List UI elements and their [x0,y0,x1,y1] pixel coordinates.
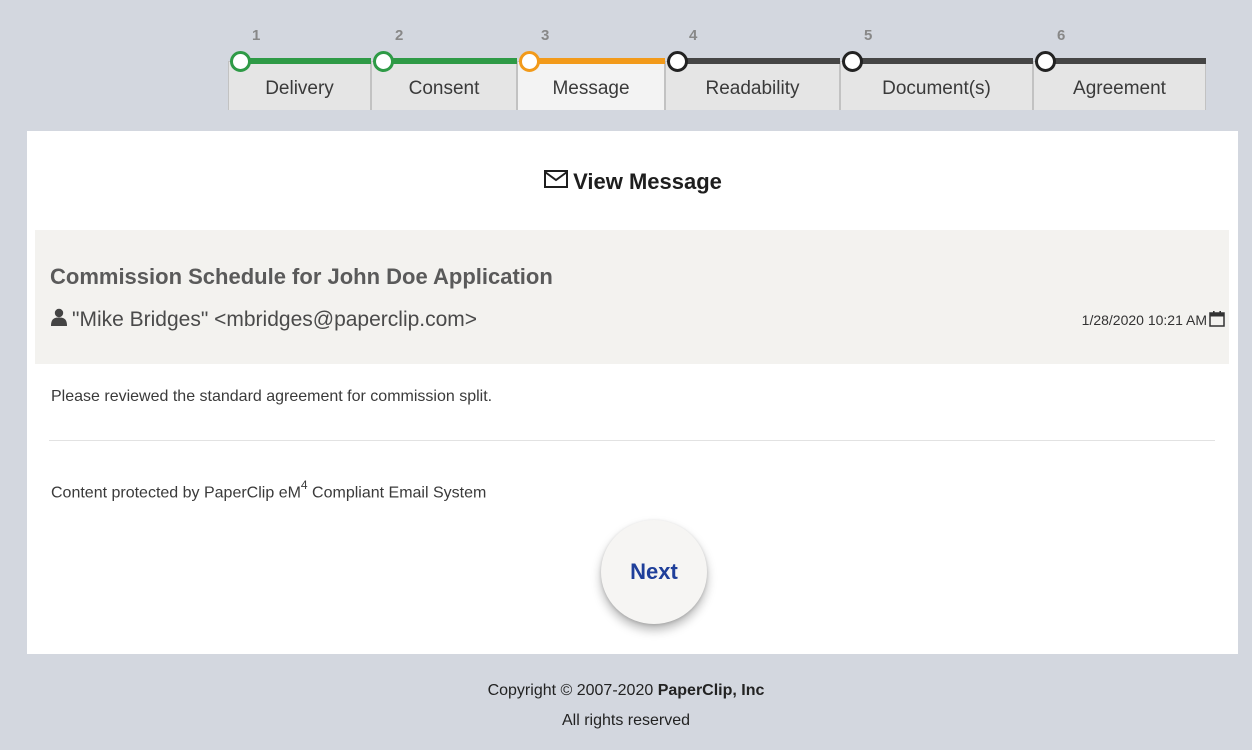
date-text: 1/28/2020 10:21 AM [1081,312,1207,328]
next-button[interactable]: Next [601,520,707,624]
step-number: 4 [689,27,698,44]
page-title-text: View Message [573,169,722,194]
step-label: Document(s) [882,78,991,99]
step-number: 2 [395,27,404,44]
rights-text: All rights reserved [561,712,691,729]
progress-stepper: 1 Delivery 2 Consent 3 Message 4 Readabi… [0,0,1252,110]
step-agreement[interactable]: 6 Agreement [1033,0,1206,110]
step-status-dot [842,51,863,72]
step-label: Readability [705,78,800,99]
step-tab[interactable]: Agreement [1033,61,1206,110]
step-label: Message [552,78,630,99]
protection-text: Content protected by PaperClip eM [51,484,301,502]
step-progress-bar [852,58,1033,64]
step-status-dot [519,51,540,72]
message-sender: "Mike Bridges" <mbridges@paperclip.com> [50,308,477,332]
step-label: Consent [408,78,480,99]
calendar-icon [1209,310,1225,330]
protection-notice: Content protected by PaperClip eM4 Compl… [51,478,487,502]
copyright-line: Copyright © 2007-2020 PaperClip, Inc [0,676,1252,706]
copyright-text: Copyright © 2007-2020 [487,682,658,699]
step-label: Delivery [265,78,334,99]
protection-superscript: 4 [300,478,308,492]
step-progress-bar [1045,58,1206,64]
message-date: 1/28/2020 10:21 AM [1082,310,1225,330]
message-header: Commission Schedule for John Doe Applica… [35,230,1229,364]
step-label: Agreement [1073,78,1166,99]
step-tab[interactable]: Document(s) [840,61,1033,110]
step-number: 5 [864,27,873,44]
envelope-icon [543,169,569,195]
step-tab[interactable]: Message [517,61,665,110]
step-status-dot [667,51,688,72]
divider [49,440,1215,441]
company-name: PaperClip, Inc [657,682,765,699]
step-tab[interactable]: Delivery [228,61,371,110]
user-icon [50,308,68,332]
step-readability[interactable]: 4 Readability [665,0,840,110]
step-status-dot [373,51,394,72]
step-documents[interactable]: 5 Document(s) [840,0,1033,110]
step-status-dot [1035,51,1056,72]
protection-text-suffix: Compliant Email System [307,484,487,502]
page-title: View Message [27,169,1238,195]
message-body: Please reviewed the standard agreement f… [51,388,493,405]
step-number: 3 [541,27,550,44]
step-progress-bar [383,58,517,64]
step-tab[interactable]: Consent [371,61,517,110]
step-progress-bar [529,58,665,64]
message-subject: Commission Schedule for John Doe Applica… [50,264,553,289]
sender-text: "Mike Bridges" <mbridges@paperclip.com> [72,308,478,331]
step-consent[interactable]: 2 Consent [371,0,517,110]
step-message[interactable]: 3 Message [517,0,665,110]
step-delivery[interactable]: 1 Delivery [228,0,371,110]
message-card: View Message Commission Schedule for Joh… [27,131,1238,654]
step-tab[interactable]: Readability [665,61,840,110]
step-status-dot [230,51,251,72]
step-number: 6 [1057,27,1066,44]
step-progress-bar [240,58,371,64]
footer: Copyright © 2007-2020 PaperClip, Inc All… [0,676,1252,736]
step-progress-bar [677,58,840,64]
step-number: 1 [252,27,261,44]
